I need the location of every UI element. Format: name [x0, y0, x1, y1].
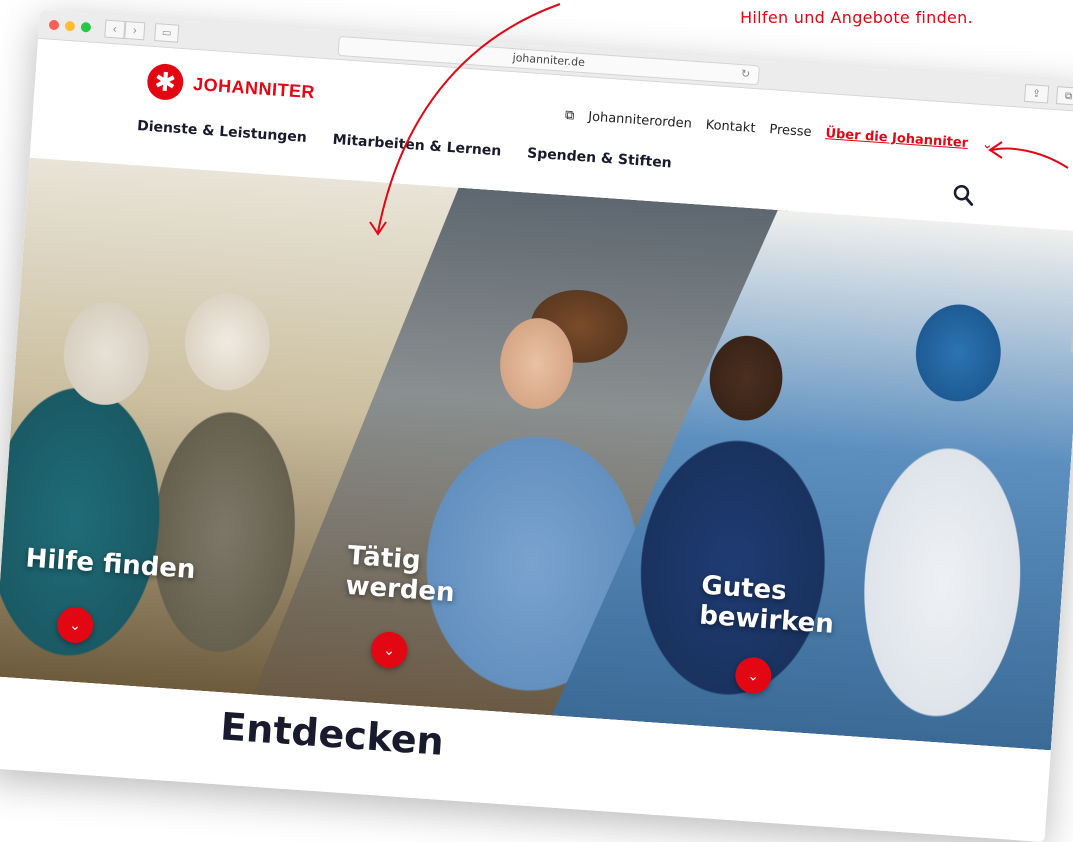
hero: Hilfe finden ⌄ Tätig werden ⌄ Gutes bewi… — [0, 158, 1073, 751]
back-button[interactable]: ‹ — [104, 19, 126, 39]
share-icon[interactable]: ⇪ — [1023, 83, 1050, 104]
main-nav-spenden-stiften[interactable]: Spenden & Stiften — [527, 145, 673, 171]
johanniter-cross-icon: ✱ — [146, 62, 185, 102]
history-nav: ‹ › — [104, 19, 146, 41]
forward-button[interactable]: › — [124, 20, 146, 41]
meta-nav-presse[interactable]: Presse — [769, 122, 812, 140]
search-icon[interactable] — [951, 183, 975, 212]
main-nav-dienste-leistungen[interactable]: Dienste & Leistungen — [137, 118, 308, 146]
hero-label-taetig-werden: Tätig werden — [344, 540, 456, 609]
tabs-icon[interactable]: ⧉ — [1055, 86, 1073, 106]
window-controls — [48, 19, 92, 33]
main-nav-mitarbeiten-lernen[interactable]: Mitarbeiten & Lernen — [332, 132, 502, 160]
logo[interactable]: ✱ JOHANNITER — [146, 62, 316, 111]
annotation-text: Hilfen und Angebote finden. — [740, 8, 973, 27]
main-nav: Dienste & Leistungen Mitarbeiten & Lerne… — [137, 118, 673, 171]
close-window-button[interactable] — [48, 19, 60, 31]
meta-nav-johanniterorden[interactable]: Johanniterorden — [588, 110, 693, 132]
sidebar-toggle-button[interactable]: ▭ — [154, 23, 180, 43]
meta-nav-kontakt[interactable]: Kontakt — [705, 118, 756, 136]
zoom-window-button[interactable] — [80, 21, 92, 33]
reload-icon[interactable]: ↻ — [740, 65, 751, 84]
external-link-icon: ⧉ — [564, 107, 575, 124]
section-heading: Entdecken — [218, 704, 446, 764]
browser-window: ‹ › ▭ johanniter.de ↻ ⇪ ⧉ ✱ JOHANNITER ⧉… — [0, 10, 1073, 842]
meta-nav-ueber-die-johanniter[interactable]: Über die Johanniter — [825, 126, 969, 151]
meta-nav: ⧉ Johanniterorden Kontakt Presse Über di… — [564, 108, 993, 153]
chevron-down-icon[interactable]: ⌄ — [981, 137, 993, 153]
logo-text: JOHANNITER — [192, 73, 316, 102]
url-text: johanniter.de — [512, 51, 586, 70]
hero-label-gutes-bewirken: Gutes bewirken — [698, 570, 835, 640]
minimize-window-button[interactable] — [64, 20, 76, 32]
toolbar-right: ⇪ ⧉ — [1023, 83, 1073, 106]
